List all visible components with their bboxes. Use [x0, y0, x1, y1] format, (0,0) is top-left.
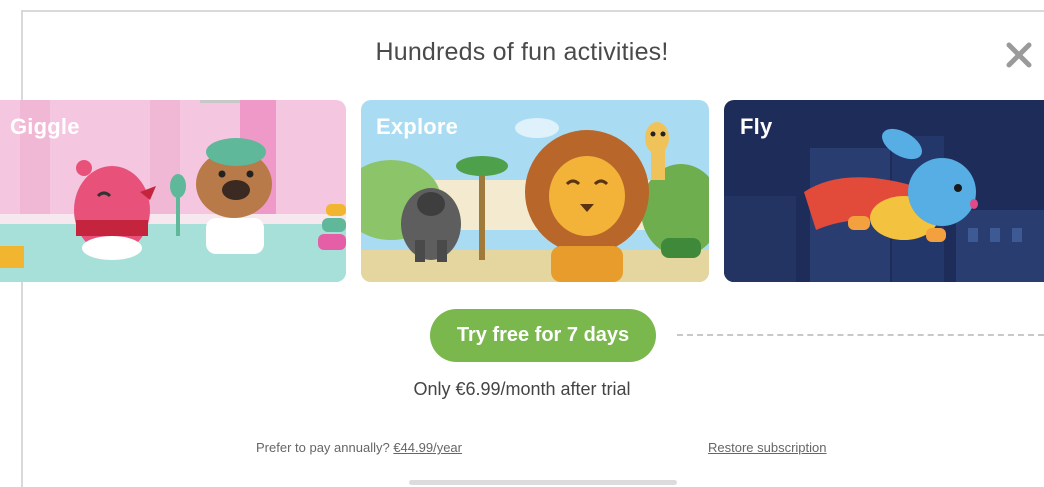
- close-icon: [1006, 42, 1032, 68]
- home-indicator[interactable]: [409, 480, 677, 485]
- try-free-button[interactable]: Try free for 7 days: [430, 309, 656, 362]
- activity-card-fly[interactable]: Fly: [724, 100, 1044, 282]
- dashed-divider: [677, 334, 1044, 336]
- restore-subscription-link[interactable]: Restore subscription: [708, 440, 827, 455]
- card-label: Fly: [740, 114, 773, 139]
- annual-pricing: Prefer to pay annually? €44.99/year: [256, 440, 462, 455]
- activity-card-giggle[interactable]: Giggle: [0, 100, 346, 282]
- card-label: Giggle: [10, 114, 80, 139]
- annual-prompt: Prefer to pay annually?: [256, 440, 390, 455]
- subscription-screen: Hundreds of fun activities! Giggle Explo…: [0, 0, 1044, 487]
- close-button[interactable]: [1002, 38, 1036, 72]
- frame-border-top: [21, 10, 1044, 12]
- price-note: Only €6.99/month after trial: [413, 379, 631, 399]
- activity-card-explore[interactable]: Explore: [361, 100, 709, 282]
- annual-price-link[interactable]: €44.99/year: [393, 440, 462, 455]
- card-label: Explore: [376, 114, 459, 139]
- page-title: Hundreds of fun activities!: [375, 38, 669, 66]
